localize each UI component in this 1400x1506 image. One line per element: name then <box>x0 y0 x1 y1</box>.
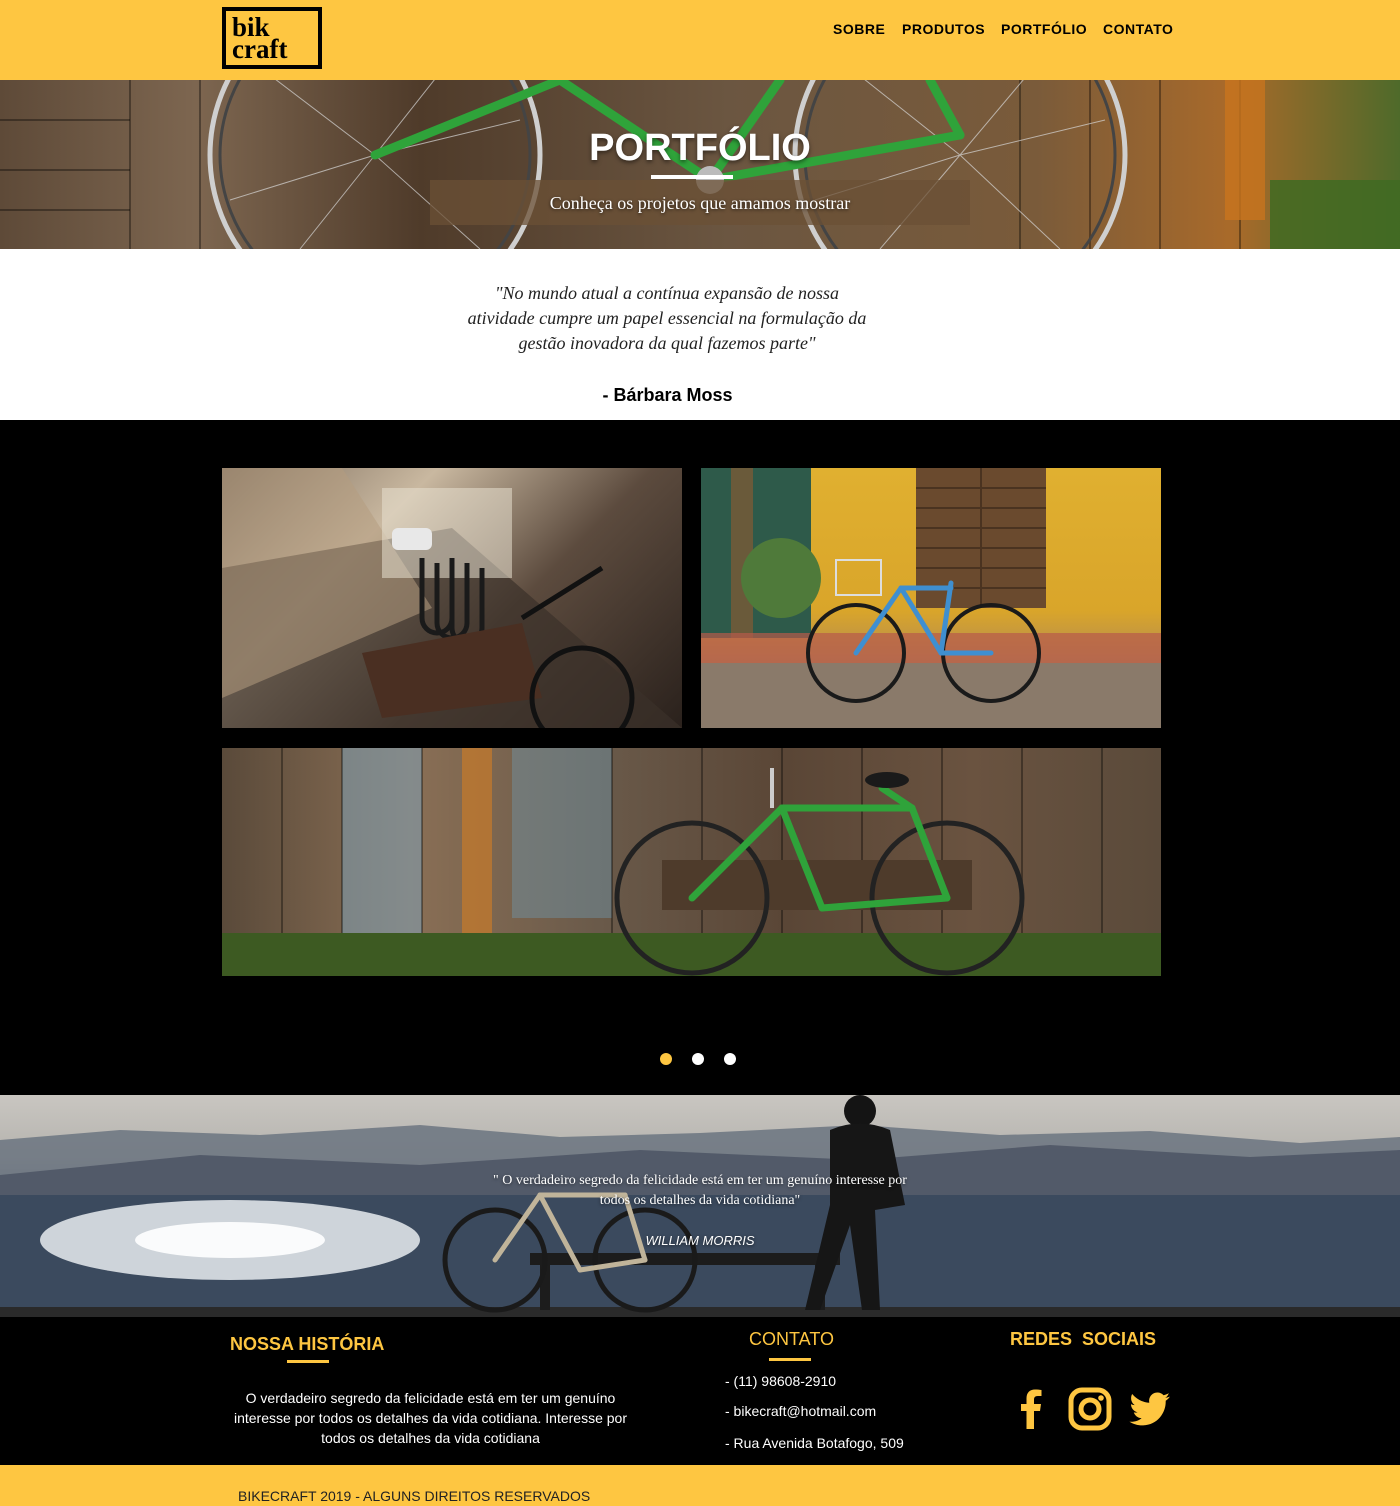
portfolio-gallery <box>0 420 1400 1095</box>
nav-link-sobre[interactable]: SOBRE <box>833 21 885 37</box>
facebook-icon[interactable] <box>1010 1387 1054 1431</box>
footer-info: NOSSA HISTÓRIA O verdadeiro segredo da f… <box>0 1317 1400 1465</box>
band-quote-author: WILLIAM MORRIS <box>645 1233 755 1248</box>
social-title: REDES SOCIAIS <box>1010 1329 1157 1349</box>
twitter-icon[interactable] <box>1128 1387 1172 1431</box>
contact-title-underline <box>769 1358 811 1361</box>
quote-section: "No mundo atual a contínua expansão de n… <box>0 249 1400 420</box>
band-quote-text: " O verdadeiro segredo da felicidade est… <box>493 1173 907 1208</box>
testimonial-band: " O verdadeiro segredo da felicidade est… <box>0 1095 1400 1317</box>
contact-email[interactable]: - bikecraft@hotmail.com <box>725 1403 876 1419</box>
yellow-wall-blue-bike-photo[interactable] <box>701 468 1161 728</box>
pagination-dot-2[interactable] <box>692 1053 704 1065</box>
logo-line-2: craft <box>232 34 288 64</box>
hero-banner: PORTFÓLIO Conheça os projetos que amamos… <box>0 80 1400 249</box>
quote-text: "No mundo atual a contínua expansão de n… <box>467 283 867 353</box>
gallery-pagination <box>0 1053 1400 1065</box>
instagram-icon[interactable] <box>1068 1387 1112 1431</box>
pagination-dot-1[interactable] <box>660 1053 672 1065</box>
history-title: NOSSA HISTÓRIA <box>230 1334 385 1354</box>
green-bike-wooden-fence-photo[interactable] <box>222 748 1161 976</box>
quote-author: - Bárbara Moss <box>602 385 733 405</box>
hero-subtitle: Conheça os projetos que amamos mostrar <box>549 193 851 213</box>
contact-title: CONTATO <box>749 1329 834 1349</box>
contact-address: - Rua Avenida Botafogo, 509 <box>725 1435 904 1451</box>
site-header: bik craft SOBRE PRODUTOS PORTFÓLIO CONTA… <box>0 0 1400 80</box>
contact-phone[interactable]: - (11) 98608-2910 <box>725 1373 836 1389</box>
pagination-dot-3[interactable] <box>724 1053 736 1065</box>
history-text: O verdadeiro segredo da felicidade está … <box>233 1390 628 1446</box>
city-street-bikes-photo[interactable] <box>222 468 682 728</box>
nav-link-produtos[interactable]: PRODUTOS <box>902 21 985 37</box>
history-title-underline <box>287 1360 329 1363</box>
copyright-bar: BIKECRAFT 2019 - ALGUNS DIREITOS RESERVA… <box>0 1465 1400 1506</box>
hero-title: PORTFÓLIO <box>589 127 811 169</box>
copyright-text: BIKECRAFT 2019 - ALGUNS DIREITOS RESERVA… <box>238 1488 591 1504</box>
bikcraft-logo[interactable]: bik craft <box>222 7 322 69</box>
nav-link-portfolio[interactable]: PORTFÓLIO <box>1001 21 1087 37</box>
main-nav: SOBRE PRODUTOS PORTFÓLIO CONTATO <box>820 21 1180 39</box>
hero-title-underline <box>651 175 733 179</box>
nav-link-contato[interactable]: CONTATO <box>1103 21 1173 37</box>
